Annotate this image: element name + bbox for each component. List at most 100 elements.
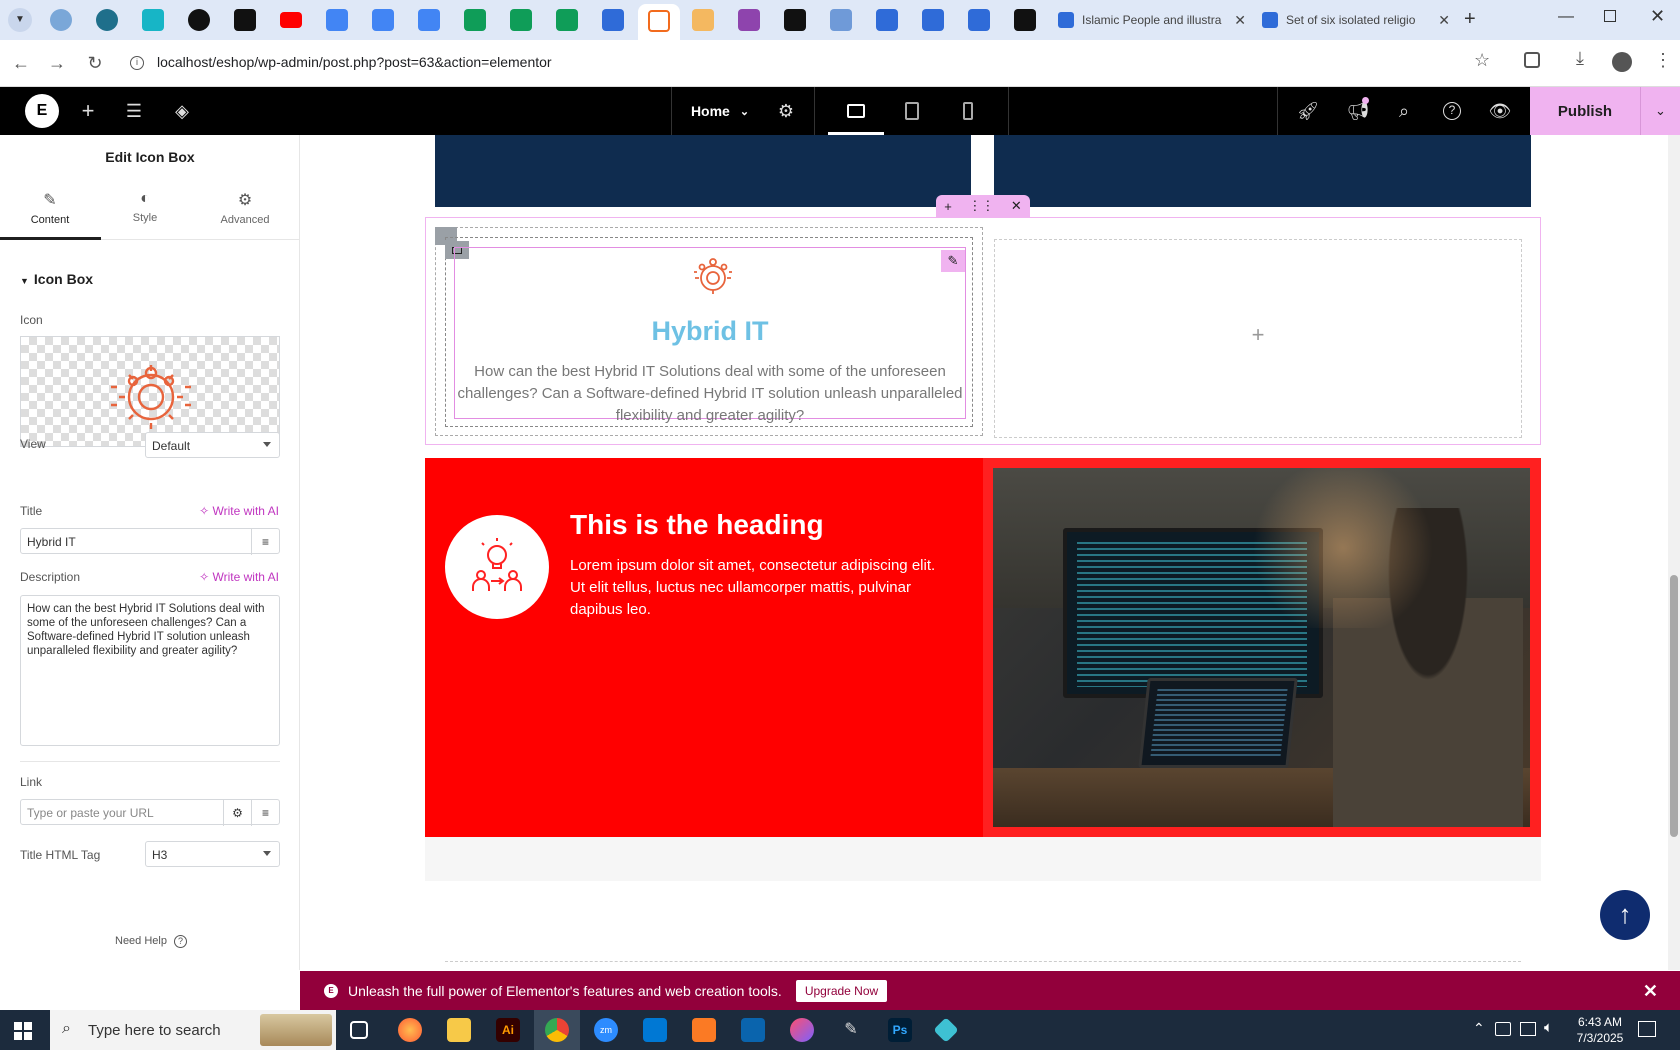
xampp-icon[interactable] [692,1018,716,1042]
tab-set-of-six[interactable]: Set of six isolated religio ✕ [1262,6,1450,34]
site-settings-icon[interactable]: ☰ [122,87,146,135]
section-handle[interactable]: + ⋮⋮ ✕ [936,195,1030,217]
structure-layers-icon[interactable]: ◈ [170,87,194,135]
close-banner-icon[interactable]: ✕ [1643,981,1658,1002]
pen-tool-icon[interactable]: ✎ [839,1018,863,1042]
rocket-icon[interactable]: 🚀︎ [1294,87,1322,135]
tab-favicon-4[interactable] [188,9,210,31]
tab-content[interactable]: ✎ Content [0,190,100,226]
tab-favicon-14[interactable] [922,9,944,31]
tab-favicon-2[interactable] [96,9,118,31]
drag-handle-icon[interactable]: ⋮⋮ [968,198,994,214]
canvas-scrollbar[interactable] [1668,135,1680,970]
search-icon[interactable]: ⌕ [1390,87,1418,135]
add-widget-plus-icon[interactable]: + [995,322,1521,348]
profile-avatar[interactable] [1612,52,1632,72]
title-input[interactable]: Hybrid IT ≡ [20,528,280,555]
windows-start-icon[interactable] [14,1022,32,1040]
outlook-icon[interactable] [741,1018,765,1042]
vscode-icon[interactable] [643,1018,667,1042]
tab-favicon-12[interactable] [830,9,852,31]
description-textarea[interactable]: How can the best Hybrid IT Solutions dea… [20,595,280,746]
tab-favicon-sheets-2[interactable] [510,9,532,31]
notifications-megaphone-icon[interactable]: 📢︎ [1344,87,1372,135]
desktop-view-icon[interactable] [828,87,884,135]
add-element-icon[interactable]: + [76,87,100,135]
tab-favicon-9[interactable] [692,9,714,31]
page-selector[interactable]: Home ⌄ [680,87,760,135]
download-icon[interactable]: ⤓ [1576,48,1584,69]
edit-widget-pencil-icon[interactable]: ✎ [941,250,965,272]
taskbar-search-box[interactable]: ⌕ Type here to search [50,1010,336,1050]
publish-button[interactable]: Publish [1530,87,1640,135]
notifications-icon[interactable] [1638,1021,1656,1037]
tab-favicon-10[interactable] [738,9,760,31]
close-window-icon[interactable]: ✕ [1650,6,1665,27]
tab-favicon-sheets-1[interactable] [464,9,486,31]
elementor-logo[interactable]: E [24,87,60,135]
tab-favicon-11[interactable] [784,9,806,31]
add-section-icon[interactable]: + [944,199,952,214]
tab-favicon-youtube[interactable] [280,12,302,28]
reload-icon[interactable]: ↻ [82,50,108,76]
tab-favicon-3[interactable] [142,9,164,31]
write-with-ai-title-link[interactable]: ✧ Write with AI [199,504,279,518]
site-info-icon[interactable]: i [130,56,144,70]
tab-favicon-16[interactable] [1014,9,1036,31]
mobile-view-icon[interactable] [940,87,996,135]
tab-favicon-1[interactable] [50,9,72,31]
tab-active[interactable] [638,4,680,40]
dynamic-tags-icon[interactable]: ≡ [251,529,279,555]
scroll-to-top-button[interactable]: ↑ [1600,890,1650,940]
extensions-icon[interactable] [1524,52,1540,68]
help-icon[interactable]: ? [1438,87,1466,135]
tab-style[interactable]: ◐ Style [95,190,195,224]
need-help-link[interactable]: Need Help ? [115,935,188,948]
tab-favicon-5[interactable] [234,9,256,31]
tab-favicon-sheets-3[interactable] [556,9,578,31]
new-tab-icon[interactable]: + [1464,8,1476,31]
icon-box-widget[interactable]: Hybrid IT How can the best Hybrid IT Sol… [454,247,966,424]
back-icon[interactable]: ← [8,50,34,76]
photoshop-icon[interactable]: Ps [888,1018,912,1042]
file-explorer-icon[interactable] [447,1018,471,1042]
tray-app-icon[interactable] [1495,1022,1511,1036]
tab-favicon-docs-1[interactable] [326,9,348,31]
chrome-icon[interactable] [545,1018,569,1042]
close-icon[interactable]: ✕ [1438,12,1450,29]
restore-icon[interactable] [1604,10,1616,22]
close-icon[interactable]: ✕ [1234,12,1246,29]
publish-options-chevron-icon[interactable]: ⌄ [1640,87,1680,135]
tab-search-icon[interactable]: ▼ [8,8,32,32]
tab-advanced[interactable]: ⚙ Advanced [195,190,295,226]
creative-cloud-icon[interactable] [790,1018,814,1042]
volume-icon[interactable]: 🔈︎ [1544,1019,1553,1036]
html-tag-select[interactable]: H3 [145,841,280,867]
tab-favicon-13[interactable] [876,9,898,31]
dynamic-tags-icon[interactable]: ≡ [251,800,279,826]
link-options-gear-icon[interactable]: ⚙ [223,800,251,826]
minimize-icon[interactable]: — [1558,8,1574,26]
section-toggle-icon-box[interactable]: ▼ Icon Box [20,271,93,287]
write-with-ai-description-link[interactable]: ✧ Write with AI [199,570,279,584]
upgrade-now-button[interactable]: Upgrade Now [795,980,888,1002]
tray-chevron-up-icon[interactable]: ⌃ [1473,1020,1485,1037]
tablet-view-icon[interactable] [884,87,940,135]
preview-eye-icon[interactable]: 👁︎ [1486,87,1514,135]
app-diamond-icon[interactable] [933,1017,959,1043]
tab-favicon-docs-2[interactable] [372,9,394,31]
tab-favicon-15[interactable] [968,9,990,31]
bookmark-star-icon[interactable]: ☆ [1474,50,1490,71]
tab-favicon-7[interactable] [602,9,624,31]
clock[interactable]: 6:43 AM 7/3/2025 [1572,1014,1628,1046]
tab-islamic-people[interactable]: Islamic People and illustra ✕ [1058,6,1246,34]
icon-picker-preview[interactable] [20,336,280,447]
page-settings-gear-icon[interactable]: ⚙ [774,87,798,135]
browser-menu-icon[interactable]: ⋮ [1654,50,1672,71]
firefox-icon[interactable] [398,1018,422,1042]
network-icon[interactable] [1520,1022,1536,1036]
illustrator-icon[interactable]: Ai [496,1018,520,1042]
tab-favicon-docs-3[interactable] [418,9,440,31]
zoom-icon[interactable]: zm [594,1018,618,1042]
url-field[interactable]: localhost/eshop/wp-admin/post.php?post=6… [157,54,552,70]
